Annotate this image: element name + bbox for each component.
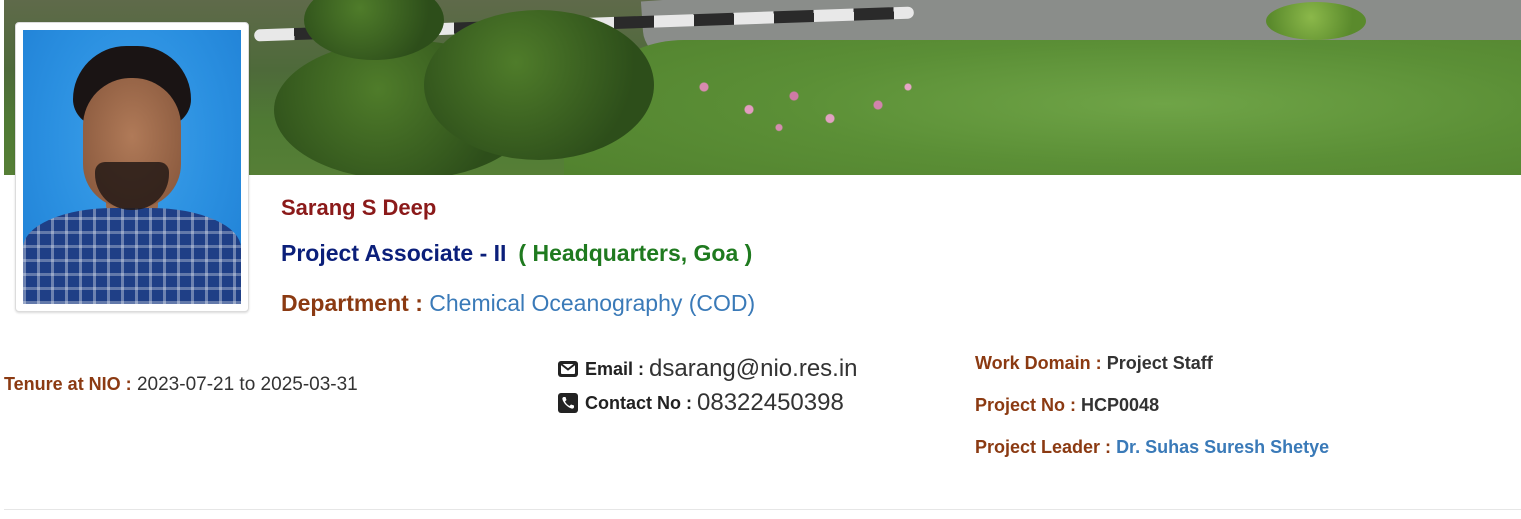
profile-designation-line: Project Associate - II ( Headquarters, Go… [281,240,752,267]
department-link[interactable]: Chemical Oceanography (COD) [429,290,755,316]
project-no-line: Project No : HCP0048 [975,395,1159,416]
phone-icon [557,392,579,414]
banner-flowers [644,60,944,150]
envelope-icon [557,358,579,380]
section-divider [4,509,1521,510]
tenure-line: Tenure at NIO : 2023-07-21 to 2025-03-31 [4,374,358,396]
phone-value: 08322450398 [697,389,844,416]
banner-shrub [1266,2,1366,40]
banner-bush [424,10,654,160]
project-no-value: HCP0048 [1081,395,1160,415]
tenure-value: 2023-07-21 to 2025-03-31 [136,374,358,395]
profile-department-line: Department : Chemical Oceanography (COD) [281,290,755,317]
email-label: Email : [585,358,645,379]
phone-line: Contact No : 08322450398 [557,389,844,417]
tenure-label: Tenure at NIO : [4,374,132,394]
project-leader-link[interactable]: Dr. Suhas Suresh Shetye [1116,437,1329,457]
profile-designation: Project Associate - II [281,240,507,266]
profile-location: ( Headquarters, Goa ) [518,240,753,266]
photo-shirt [23,208,241,304]
profile-photo [23,30,241,304]
work-domain-line: Work Domain : Project Staff [975,353,1213,374]
work-domain-label: Work Domain : [975,353,1102,373]
department-label: Department : [281,290,423,316]
work-domain-value: Project Staff [1106,353,1213,373]
project-leader-label: Project Leader : [975,437,1112,457]
profile-name: Sarang S Deep [281,195,437,220]
project-leader-line: Project Leader : Dr. Suhas Suresh Shetye [975,437,1329,458]
email-line: Email : dsarang@nio.res.in [557,355,858,383]
email-value[interactable]: dsarang@nio.res.in [649,355,857,383]
profile-photo-card [15,22,249,312]
project-no-label: Project No : [975,395,1077,415]
phone-label: Contact No : [585,392,692,413]
